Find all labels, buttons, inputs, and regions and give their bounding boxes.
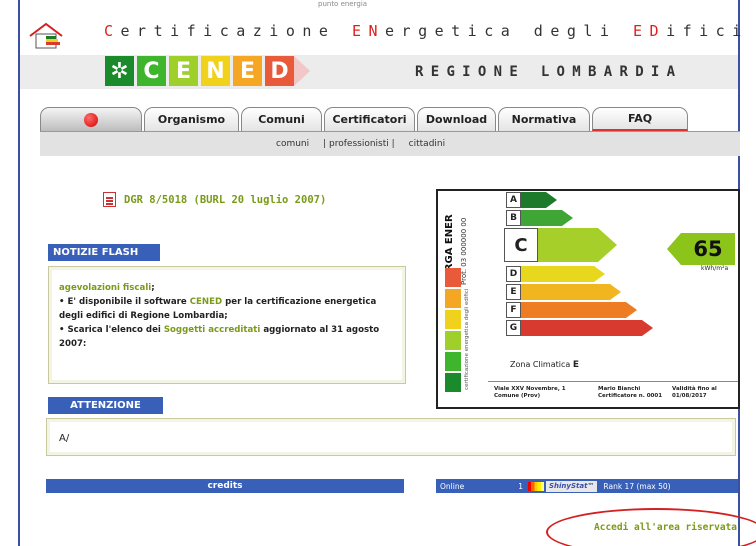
title-fragment: ifici	[666, 22, 749, 40]
house-logo-icon	[29, 22, 63, 49]
energy-class-c: C	[504, 228, 653, 262]
energy-class-scale: ABCDEFG	[504, 192, 653, 338]
site-title: Certificazione ENergetica degli EDifici	[104, 22, 749, 40]
vertical-logo-tile	[445, 289, 461, 308]
reserved-area-link[interactable]: Accedi all'area riservata	[594, 522, 737, 533]
logo-arrow-icon	[294, 56, 310, 86]
energy-unit: kWh/m²a	[701, 265, 729, 272]
sub-nav: comuni | professionisti | cittadini	[40, 131, 740, 156]
energy-class-g: G	[506, 320, 653, 336]
title-fragment: ED	[633, 22, 667, 40]
energy-class-f: F	[506, 302, 653, 318]
energy-class-letter: C	[504, 228, 538, 262]
vertical-caption: certificazione energetica degli edifici	[464, 288, 470, 390]
vertical-cened-logo	[445, 268, 461, 392]
targa-protocol: Prot. 03 000000 00	[460, 217, 468, 285]
news-item: • Scarica l'elenco dei Soggetti accredit…	[59, 325, 380, 349]
attenzione-heading: ATTENZIONE	[48, 397, 163, 414]
zona-climatica: Zona Climatica E	[510, 360, 579, 370]
shinystat-meter-icon	[527, 481, 544, 491]
shinystat-badge[interactable]: ShinyStat™	[545, 480, 598, 492]
vertical-logo-tile	[445, 310, 461, 329]
subnav-item[interactable]: cittadini	[409, 139, 445, 149]
tab-certificatori[interactable]: Certificatori	[324, 107, 415, 131]
news-item: • E' disponibile il software CENED per l…	[59, 297, 377, 321]
energy-class-d: D	[506, 266, 653, 282]
label-validity: Validità fino al 01/08/2017	[672, 386, 717, 399]
energy-class-letter: B	[506, 210, 521, 226]
news-link[interactable]: Soggetti accreditati	[164, 325, 261, 335]
label-certifier: Mario Bianchi Certificatore n. 0001	[598, 386, 663, 399]
tab-home[interactable]	[40, 107, 142, 131]
energy-class-letter: A	[506, 192, 521, 208]
title-fragment: ertificazione	[120, 22, 352, 40]
vertical-logo-tile	[445, 373, 461, 392]
region-title: REGIONE LOMBARDIA	[415, 64, 683, 80]
title-fragment: C	[104, 22, 121, 40]
energy-class-b: B	[506, 210, 653, 226]
top-tagline: punto energia	[318, 0, 368, 8]
news-link[interactable]: CENED	[190, 297, 222, 307]
credits-link[interactable]: credits	[46, 479, 404, 493]
logo-letter: E	[233, 56, 262, 86]
logo-letter: N	[201, 56, 230, 86]
main-nav: Organismo Comuni Certificatori Download Norm…	[40, 107, 740, 131]
online-label: Online	[440, 481, 465, 491]
notizie-flash-box: agevolazioni fiscali; • E' disponibile il…	[48, 266, 406, 384]
vertical-logo-tile	[445, 331, 461, 350]
logo-letter: C	[137, 56, 166, 86]
title-fragment: ergetica degli	[385, 22, 633, 40]
tab-normativa[interactable]: Normativa	[498, 107, 590, 131]
energy-class-letter: G	[506, 320, 521, 336]
energy-class-letter: F	[506, 302, 521, 318]
energy-value-badge: 65	[667, 233, 735, 265]
tab-organismo[interactable]: Organismo	[144, 107, 239, 131]
rank-text: Rank 17 (max 50)	[603, 481, 671, 491]
logo-letter: D	[265, 56, 294, 86]
vertical-logo-tile	[445, 352, 461, 371]
tab-faq[interactable]: FAQ	[592, 107, 688, 131]
pdf-icon	[103, 192, 116, 207]
notizie-flash-heading: NOTIZIE FLASH	[48, 244, 160, 261]
label-address: Viale XXV Novembre, 1 Comune (Prov)	[494, 386, 566, 399]
news-link[interactable]: agevolazioni fiscali	[59, 283, 151, 293]
energy-value: 65	[681, 233, 735, 265]
online-stats-bar: Online 1 ShinyStat™ Rank 17 (max 50)	[436, 479, 738, 493]
tab-download[interactable]: Download	[417, 107, 496, 131]
energy-class-letter: E	[506, 284, 521, 300]
dgr-document-link[interactable]: DGR 8/5018 (BURL 20 luglio 2007)	[103, 192, 326, 207]
energy-class-letter: D	[506, 266, 521, 282]
title-fragment: EN	[351, 22, 386, 40]
subnav-item[interactable]: comuni	[276, 139, 309, 149]
logo-symbol-icon: ✲	[105, 56, 134, 86]
cened-logo[interactable]: ✲ C E N E D	[105, 56, 310, 86]
dgr-link-text[interactable]: DGR 8/5018 (BURL 20 luglio 2007)	[124, 194, 326, 206]
energy-class-e: E	[506, 284, 653, 300]
news-item: agevolazioni fiscali;	[59, 283, 155, 293]
energy-label-footer: Viale XXV Novembre, 1 Comune (Prov) Mario…	[488, 381, 738, 405]
logo-letter: E	[169, 56, 198, 86]
subnav-item[interactable]: | professionisti |	[323, 139, 395, 149]
vertical-logo-tile	[445, 268, 461, 287]
attenzione-box: A/	[46, 418, 736, 456]
attenzione-text: A/	[59, 433, 70, 444]
energy-class-a: A	[506, 192, 653, 208]
online-count: 1	[518, 481, 523, 491]
tab-comuni[interactable]: Comuni	[241, 107, 322, 131]
home-ball-icon	[84, 112, 98, 127]
